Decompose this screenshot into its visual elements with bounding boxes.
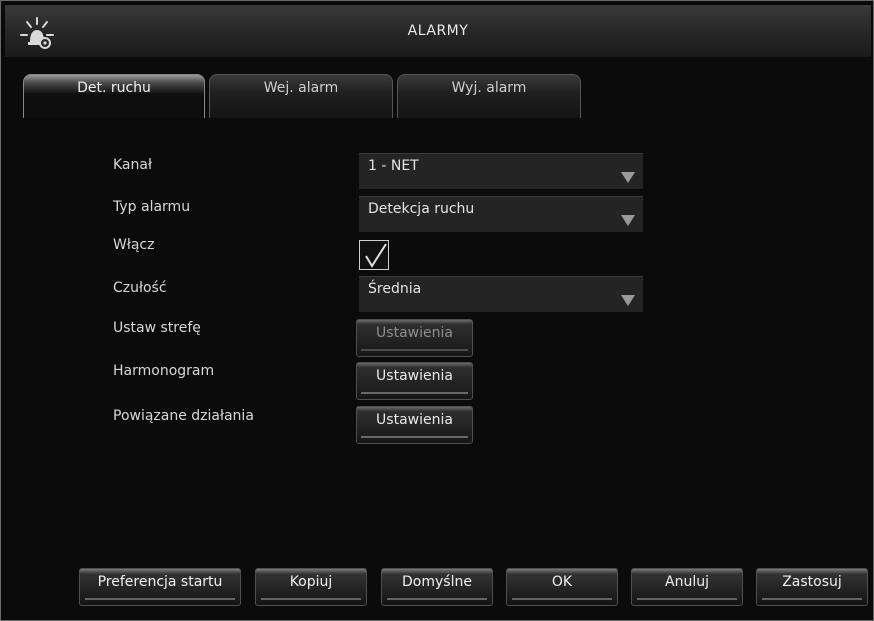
zone-label: Ustaw strefę [113, 320, 201, 336]
alarm-type-label: Typ alarmu [113, 199, 191, 215]
alarm-type-select[interactable]: Detekcja ruchu [359, 196, 643, 232]
checkmark-icon [365, 243, 387, 268]
chevron-down-icon [621, 172, 635, 183]
tab-label: Det. ruchu [77, 80, 151, 96]
enable-checkbox[interactable] [359, 240, 389, 270]
actions-label: Powiązane działania [113, 408, 254, 424]
window-title: ALARMY [407, 23, 469, 39]
alarm-window: ALARMY Det. ruchu Wej. alarm Wyj. alarm … [0, 0, 874, 621]
zone-settings-button[interactable]: Ustawienia [356, 319, 473, 357]
startup-preference-button[interactable]: Preferencja startu [79, 568, 241, 606]
tab-alarm-output[interactable]: Wyj. alarm [397, 74, 581, 118]
tab-label: Wyj. alarm [451, 80, 527, 96]
chevron-down-icon [621, 295, 635, 306]
defaults-button[interactable]: Domyślne [381, 568, 493, 606]
apply-button[interactable]: Zastosuj [756, 568, 868, 606]
chevron-down-icon [621, 215, 635, 226]
ok-button[interactable]: OK [506, 568, 618, 606]
sensitivity-select[interactable]: Średnia [359, 276, 643, 312]
actions-settings-button[interactable]: Ustawienia [356, 406, 473, 444]
channel-label: Kanał [113, 157, 152, 173]
schedule-settings-button[interactable]: Ustawienia [356, 362, 473, 400]
enable-label: Włącz [113, 237, 155, 253]
copy-button[interactable]: Kopiuj [255, 568, 367, 606]
tab-alarm-input[interactable]: Wej. alarm [209, 74, 393, 118]
channel-value: 1 - NET [368, 158, 419, 174]
schedule-label: Harmonogram [113, 363, 215, 379]
tab-motion-detection[interactable]: Det. ruchu [23, 74, 205, 118]
cancel-button[interactable]: Anuluj [631, 568, 743, 606]
tab-label: Wej. alarm [263, 80, 339, 96]
content-panel: Det. ruchu Wej. alarm Wyj. alarm Kanał 1… [5, 57, 871, 618]
title-bar: ALARMY [5, 5, 871, 58]
channel-select[interactable]: 1 - NET [359, 153, 643, 189]
alarm-type-value: Detekcja ruchu [368, 201, 475, 217]
sensitivity-label: Czułość [113, 280, 167, 296]
sensitivity-value: Średnia [368, 281, 422, 297]
